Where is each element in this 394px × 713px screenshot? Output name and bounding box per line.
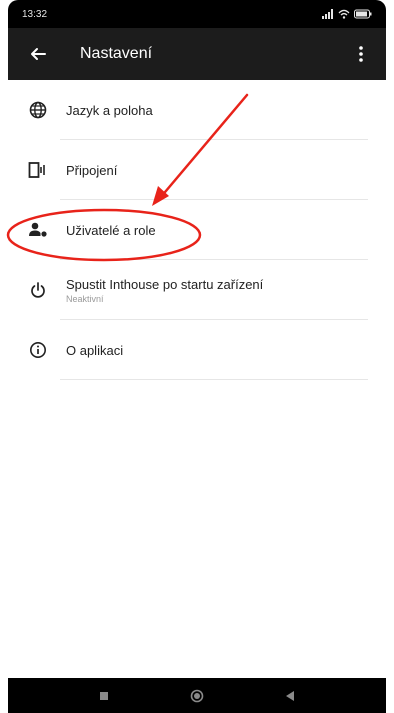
settings-item-label: Uživatelé a role	[66, 222, 156, 238]
settings-item-language[interactable]: Jazyk a poloha	[8, 80, 386, 140]
status-icons	[322, 9, 372, 19]
connection-icon	[26, 158, 50, 182]
settings-item-label: O aplikaci	[66, 342, 124, 358]
more-vert-icon	[359, 46, 363, 62]
app-bar: Nastavení	[8, 28, 386, 80]
settings-item-autostart[interactable]: Spustit Inthouse po startu zařízení Neak…	[8, 260, 386, 320]
page-title: Nastavení	[80, 45, 153, 62]
back-triangle-icon	[285, 690, 294, 701]
recent-apps-icon	[100, 691, 109, 700]
settings-item-users-roles[interactable]: Uživatelé a role	[8, 200, 386, 260]
info-icon	[26, 338, 50, 362]
settings-item-label: Spustit Inthouse po startu zařízení	[66, 276, 264, 292]
signal-icon	[322, 9, 333, 19]
users-roles-icon	[26, 218, 50, 242]
settings-item-status: Neaktivní	[66, 293, 104, 304]
back-button[interactable]	[18, 34, 58, 74]
settings-item-connection[interactable]: Připojení	[8, 140, 386, 200]
overflow-menu-button[interactable]	[346, 34, 376, 74]
arrow-back-icon	[31, 48, 46, 60]
status-time: 13:32	[22, 8, 48, 20]
power-icon	[26, 278, 50, 302]
settings-item-label: Jazyk a poloha	[66, 102, 153, 118]
settings-item-about[interactable]: O aplikaci	[8, 320, 386, 380]
home-icon	[190, 689, 204, 702]
settings-item-label: Připojení	[66, 162, 118, 178]
home-button[interactable]	[177, 681, 217, 711]
nav-back-button[interactable]	[270, 681, 310, 711]
battery-icon	[354, 9, 372, 19]
settings-item-text: Uživatelé a role	[66, 223, 156, 238]
settings-list: Jazyk a poloha Připojení Uživatelé a rol…	[8, 80, 386, 678]
status-bar: 13:32	[8, 0, 386, 28]
divider	[60, 379, 368, 380]
wifi-icon	[338, 9, 350, 19]
settings-item-text: Spustit Inthouse po startu zařízení Neak…	[66, 277, 263, 304]
recent-apps-button[interactable]	[84, 681, 124, 711]
settings-item-text: O aplikaci	[66, 343, 123, 358]
settings-item-text: Jazyk a poloha	[66, 103, 153, 118]
system-nav-bar	[8, 678, 386, 713]
settings-item-text: Připojení	[66, 163, 117, 178]
globe-icon	[26, 98, 50, 122]
phone-screen: 13:32 Nastavení Jazyk a poloha Připojení…	[0, 0, 394, 713]
